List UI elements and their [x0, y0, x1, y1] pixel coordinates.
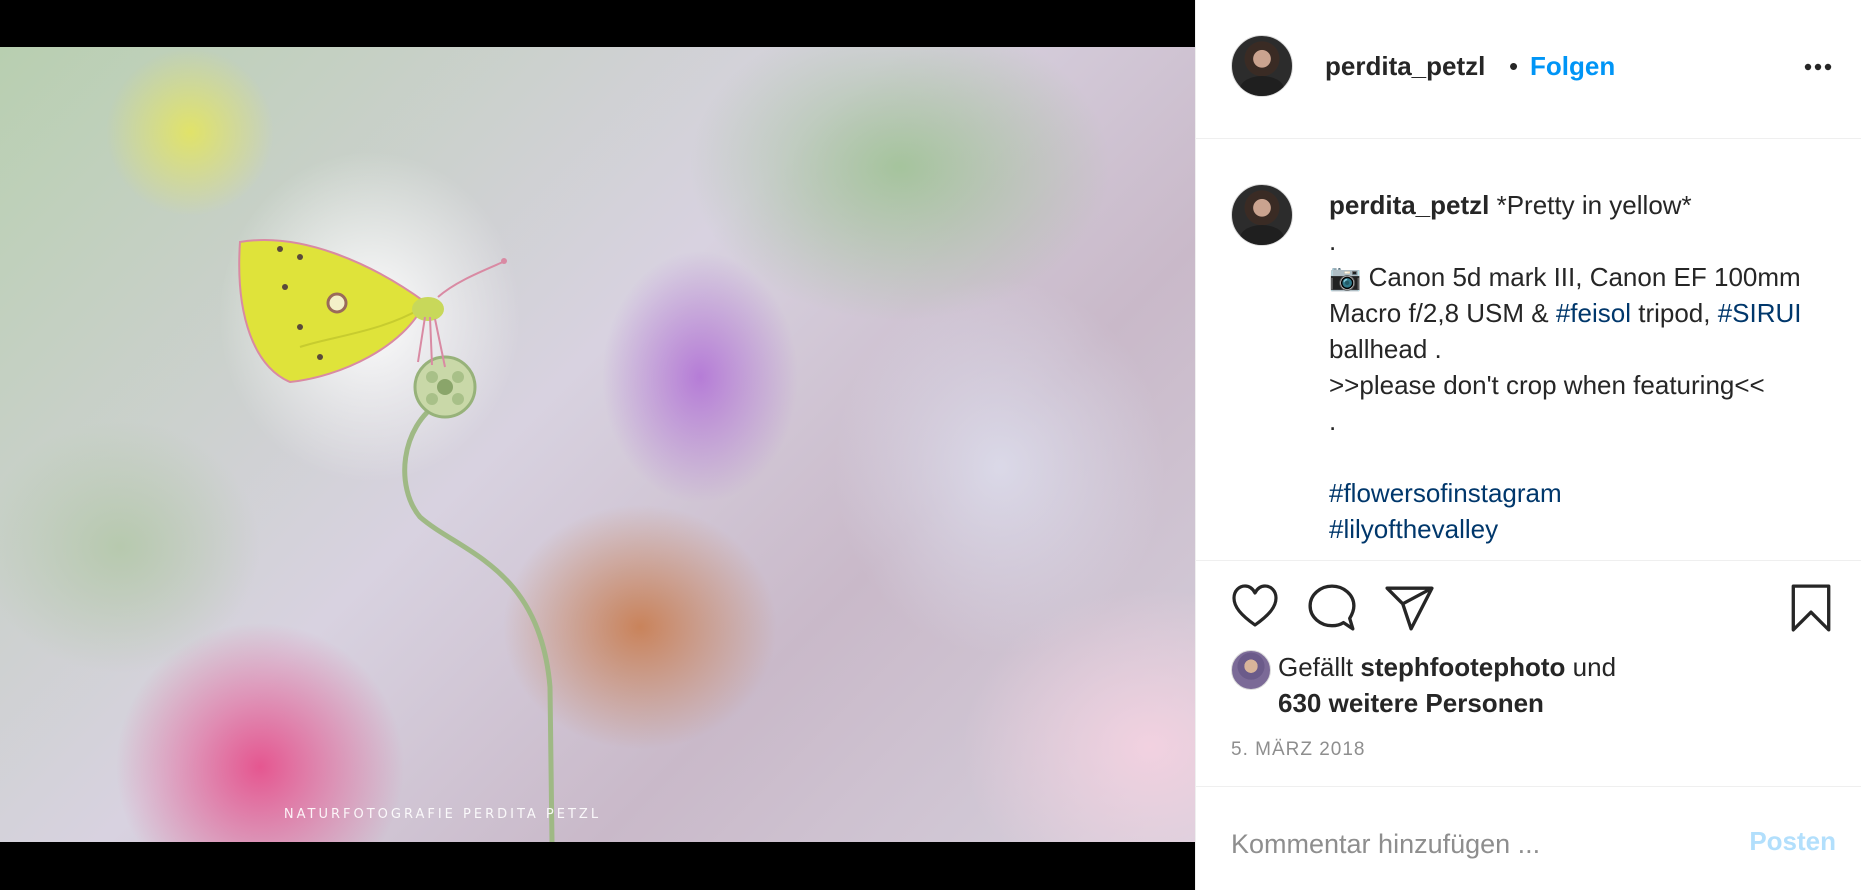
likes-count-link[interactable]: 630 weitere Personen [1278, 688, 1544, 718]
header-separator: • [1509, 51, 1519, 81]
post-caption: perdita_petzl *Pretty in yellow* . 📷 Can… [1329, 187, 1849, 547]
post-date[interactable]: 5. MÄRZ 2018 [1231, 739, 1366, 761]
post-sidebar: perdita_petzl • Folgen perdita_petzl *Pr… [1195, 0, 1861, 890]
caption-dot-1: . [1329, 226, 1337, 256]
post-media: NATURFOTOGRAFIE PERDITA PETZL [0, 0, 1195, 890]
likes-summary: Gefällt stephfootephoto und 630 weitere … [1278, 649, 1616, 721]
camera-icon: 📷 [1329, 262, 1362, 292]
author-username[interactable]: perdita_petzl [1325, 51, 1485, 82]
comment-icon[interactable] [1306, 583, 1358, 633]
caption-author-avatar[interactable] [1231, 184, 1293, 246]
share-icon[interactable] [1384, 585, 1434, 631]
caption-crop-note: >>please don't crop when featuring<< [1329, 370, 1765, 400]
photo-watermark: NATURFOTOGRAFIE PERDITA PETZL [283, 807, 602, 822]
liker-username[interactable]: stephfootephoto [1360, 652, 1565, 682]
caption-username[interactable]: perdita_petzl [1329, 190, 1489, 220]
author-avatar[interactable] [1231, 35, 1293, 97]
follow-button[interactable]: Folgen [1530, 51, 1615, 82]
caption-dot-2: . [1329, 406, 1337, 436]
post-header: perdita_petzl • Folgen [1196, 0, 1861, 139]
comment-input[interactable] [1229, 823, 1693, 865]
likes-middle: und [1565, 652, 1617, 682]
likes-prefix: Gefällt [1278, 652, 1361, 682]
caption-section: perdita_petzl *Pretty in yellow* . 📷 Can… [1196, 139, 1861, 559]
butterfly-on-flower-illustration [238, 239, 555, 842]
comment-bar: Posten [1196, 786, 1861, 890]
post-comment-button[interactable]: Posten [1749, 826, 1836, 857]
hashtag-flowersofinstagram[interactable]: #flowersofinstagram [1329, 478, 1562, 508]
liker-avatar[interactable] [1231, 650, 1271, 690]
hashtag-lilyofthevalley[interactable]: #lilyofthevalley [1329, 514, 1498, 544]
hashtag-sirui[interactable]: #SIRUI [1718, 298, 1802, 328]
more-icon[interactable] [1798, 55, 1838, 79]
hashtag-feisol[interactable]: #feisol [1556, 298, 1631, 328]
post-actions: Gefällt stephfootephoto und 630 weitere … [1196, 560, 1861, 787]
post-photo[interactable]: NATURFOTOGRAFIE PERDITA PETZL [0, 47, 1195, 842]
caption-gear-b: tripod, [1631, 298, 1718, 328]
heart-icon[interactable] [1229, 583, 1281, 631]
bookmark-icon[interactable] [1790, 583, 1832, 633]
caption-title: *Pretty in yellow* [1489, 190, 1692, 220]
